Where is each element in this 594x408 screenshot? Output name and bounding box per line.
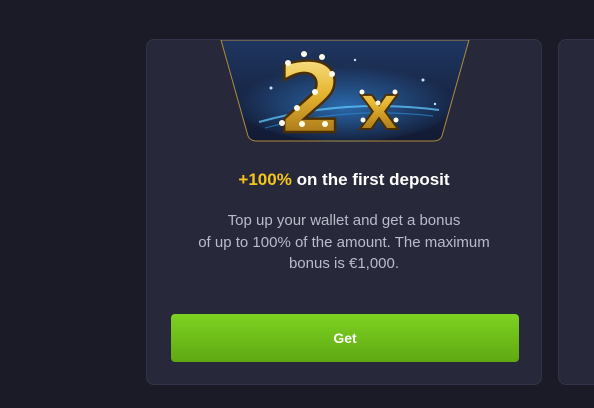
promo-title-percent: +100% (238, 170, 292, 189)
promo-description-line: of up to 100% of the amount. The maximum (198, 233, 490, 251)
promo-card: 2 x +100% on the first deposit Top up yo… (146, 39, 542, 385)
promo-description-line: Top up your wallet and get a bonus (227, 212, 461, 229)
svg-text:x: x (359, 71, 399, 144)
get-bonus-button[interactable]: Get (171, 314, 519, 362)
promo-description-line: bonus is €1,000. (288, 255, 400, 272)
promo-title-text: on the first deposit (291, 170, 450, 189)
promo-title: +100% on the first deposit (147, 170, 541, 190)
svg-text:2: 2 (277, 43, 344, 144)
next-promo-card[interactable] (558, 39, 594, 385)
promo-description: Top up your wallet and get a bonus of up… (147, 210, 541, 275)
promo-banner: 2 x (147, 40, 541, 144)
multiplier-badge-image: 2 x (220, 40, 470, 144)
